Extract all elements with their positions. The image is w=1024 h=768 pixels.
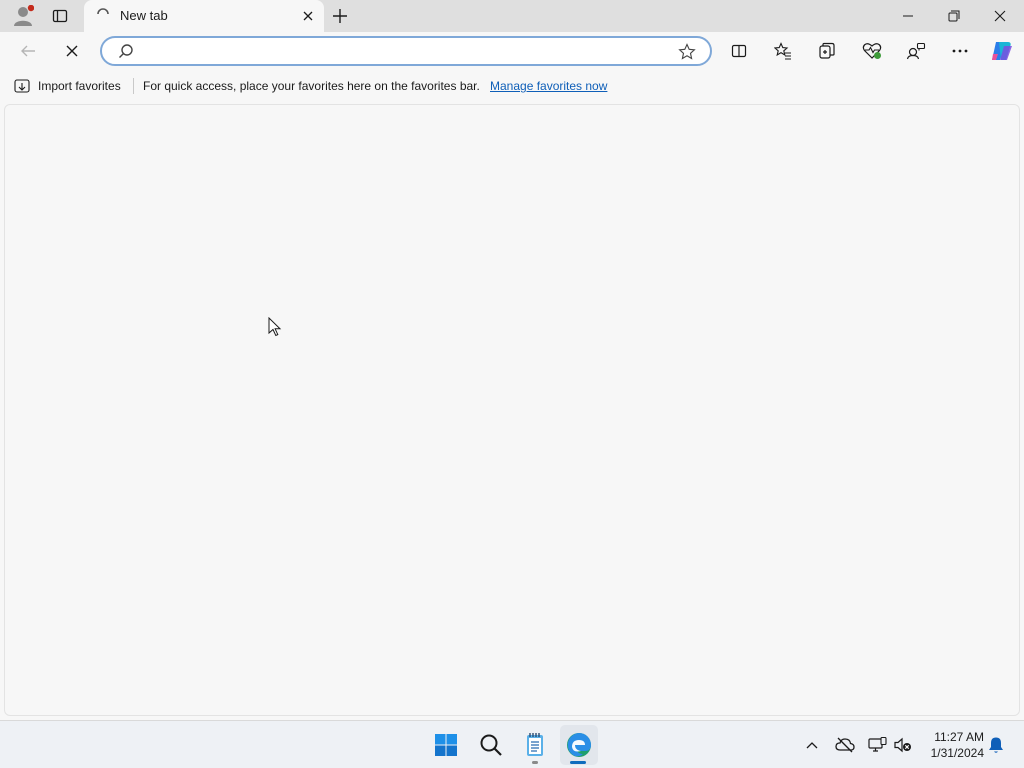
plus-icon[interactable] (330, 6, 350, 26)
cloud-off-icon[interactable] (834, 735, 856, 755)
minimize-icon[interactable] (898, 6, 918, 26)
more-icon[interactable] (949, 41, 971, 61)
import-favorites-icon (14, 79, 30, 93)
notepad-icon[interactable] (523, 731, 547, 759)
stop-icon[interactable] (62, 41, 82, 61)
search-icon (119, 44, 133, 58)
split-screen-icon[interactable] (729, 41, 749, 61)
tab-new-tab[interactable]: New tab (84, 0, 324, 32)
volume-muted-icon[interactable] (892, 735, 914, 755)
address-bar[interactable] (100, 36, 712, 66)
close-icon[interactable] (990, 6, 1010, 26)
bell-icon[interactable] (986, 735, 1006, 755)
loading-spinner-icon (97, 8, 109, 15)
tab-title: New tab (120, 8, 168, 23)
windows-start-icon[interactable] (434, 733, 458, 757)
notepad-running-indicator (532, 761, 538, 764)
address-input[interactable] (142, 42, 662, 60)
collections-icon[interactable] (817, 41, 837, 61)
favorites-bar: Import favorites For quick access, place… (0, 70, 1024, 102)
star-icon[interactable] (678, 43, 696, 61)
mouse-cursor-icon (268, 317, 282, 337)
system-clock[interactable]: 11:27 AM 1/31/2024 (920, 729, 984, 761)
back-arrow-icon[interactable] (18, 41, 38, 61)
restore-icon[interactable] (944, 6, 964, 26)
favorites-icon[interactable] (773, 41, 793, 61)
manage-favorites-link[interactable]: Manage favorites now (490, 79, 607, 93)
copilot-icon[interactable] (989, 39, 1015, 63)
extensions-icon[interactable] (905, 41, 927, 61)
tab-strip: New tab (0, 0, 1024, 32)
import-favorites-button[interactable]: Import favorites (38, 79, 121, 93)
edge-icon[interactable] (566, 732, 592, 758)
clock-time: 11:27 AM (934, 730, 984, 744)
taskbar-search-icon[interactable] (479, 733, 503, 757)
edge-active-indicator (570, 761, 586, 764)
chevron-up-icon[interactable] (804, 737, 820, 753)
close-tab-icon[interactable] (300, 8, 316, 24)
page-content (4, 104, 1020, 716)
clock-date: 1/31/2024 (930, 746, 984, 760)
favorites-divider (133, 78, 134, 94)
heart-icon[interactable] (861, 41, 883, 61)
favorites-message: For quick access, place your favorites h… (143, 79, 480, 93)
taskbar: 11:27 AM 1/31/2024 (0, 720, 1024, 768)
network-icon[interactable] (866, 735, 888, 755)
profile-icon[interactable] (10, 4, 36, 28)
tab-actions-icon[interactable] (50, 6, 70, 26)
toolbar (0, 32, 1024, 70)
